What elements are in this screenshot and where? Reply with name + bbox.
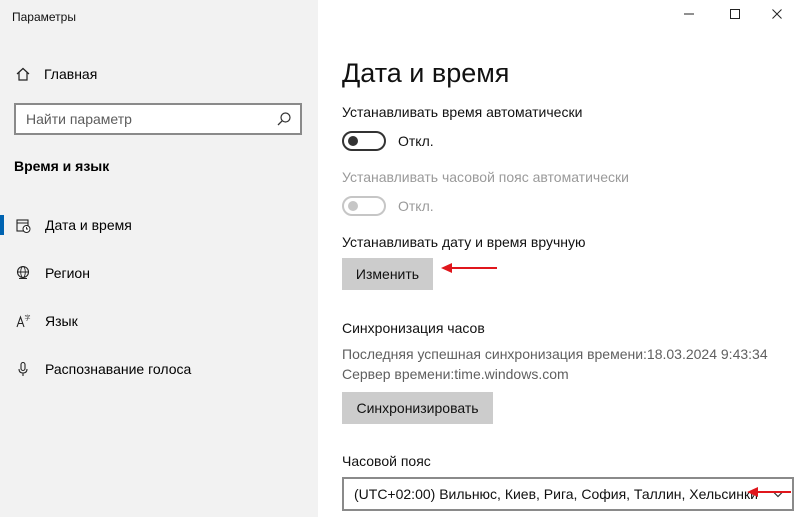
home-label: Главная bbox=[44, 66, 98, 82]
home-icon bbox=[14, 65, 32, 83]
auto-timezone-state: Откл. bbox=[398, 198, 434, 214]
svg-text:字: 字 bbox=[25, 314, 31, 322]
change-button[interactable]: Изменить bbox=[342, 258, 433, 290]
last-sync-text: Последняя успешная синхронизация времени… bbox=[342, 346, 768, 362]
sidebar-item-label: Регион bbox=[45, 265, 90, 281]
sync-button[interactable]: Синхронизировать bbox=[342, 392, 493, 424]
sidebar: Параметры Главная Найти параметр Время и… bbox=[0, 0, 318, 517]
language-icon: 字 bbox=[14, 312, 32, 330]
home-nav-item[interactable]: Главная bbox=[14, 64, 97, 84]
app-title: Параметры bbox=[12, 10, 76, 24]
auto-timezone-label: Устанавливать часовой пояс автоматически bbox=[342, 169, 629, 185]
page-title: Дата и время bbox=[342, 58, 510, 88]
maximize-icon bbox=[729, 7, 741, 25]
search-placeholder: Найти параметр bbox=[26, 111, 132, 127]
manual-time-label: Устанавливать дату и время вручную bbox=[342, 234, 586, 250]
timezone-value: (UTC+02:00) Вильнюс, Киев, Рига, София, … bbox=[354, 486, 758, 502]
sidebar-item-label: Дата и время bbox=[45, 217, 132, 233]
sidebar-item-speech[interactable]: Распознавание голоса bbox=[0, 351, 318, 387]
clock-icon bbox=[14, 216, 32, 234]
time-server-text: Сервер времени:time.windows.com bbox=[342, 366, 569, 382]
globe-icon bbox=[14, 264, 32, 282]
auto-time-state: Откл. bbox=[398, 133, 434, 149]
minimize-icon bbox=[683, 7, 695, 25]
sidebar-item-date-time[interactable]: Дата и время bbox=[0, 207, 318, 243]
section-title: Время и язык bbox=[14, 158, 110, 174]
auto-time-label: Устанавливать время автоматически bbox=[342, 104, 583, 120]
toggle-knob bbox=[348, 136, 358, 146]
maximize-button[interactable] bbox=[712, 0, 758, 32]
sidebar-item-language[interactable]: 字 Язык bbox=[0, 303, 318, 339]
microphone-icon bbox=[14, 360, 32, 378]
annotation-arrow bbox=[747, 487, 791, 497]
minimize-button[interactable] bbox=[666, 0, 712, 32]
sidebar-item-region[interactable]: Регион bbox=[0, 255, 318, 291]
sidebar-item-label: Распознавание голоса bbox=[45, 361, 192, 377]
sync-title: Синхронизация часов bbox=[342, 320, 485, 336]
toggle-knob bbox=[348, 201, 358, 211]
search-input[interactable]: Найти параметр bbox=[14, 103, 302, 135]
search-icon[interactable] bbox=[276, 111, 292, 127]
annotation-arrow bbox=[441, 263, 497, 273]
auto-time-toggle[interactable] bbox=[342, 131, 386, 151]
auto-timezone-toggle[interactable] bbox=[342, 196, 386, 216]
close-icon bbox=[771, 7, 783, 25]
sidebar-item-label: Язык bbox=[45, 313, 78, 329]
close-button[interactable] bbox=[754, 0, 800, 32]
timezone-select[interactable]: (UTC+02:00) Вильнюс, Киев, Рига, София, … bbox=[342, 477, 794, 511]
timezone-label: Часовой пояс bbox=[342, 453, 431, 469]
